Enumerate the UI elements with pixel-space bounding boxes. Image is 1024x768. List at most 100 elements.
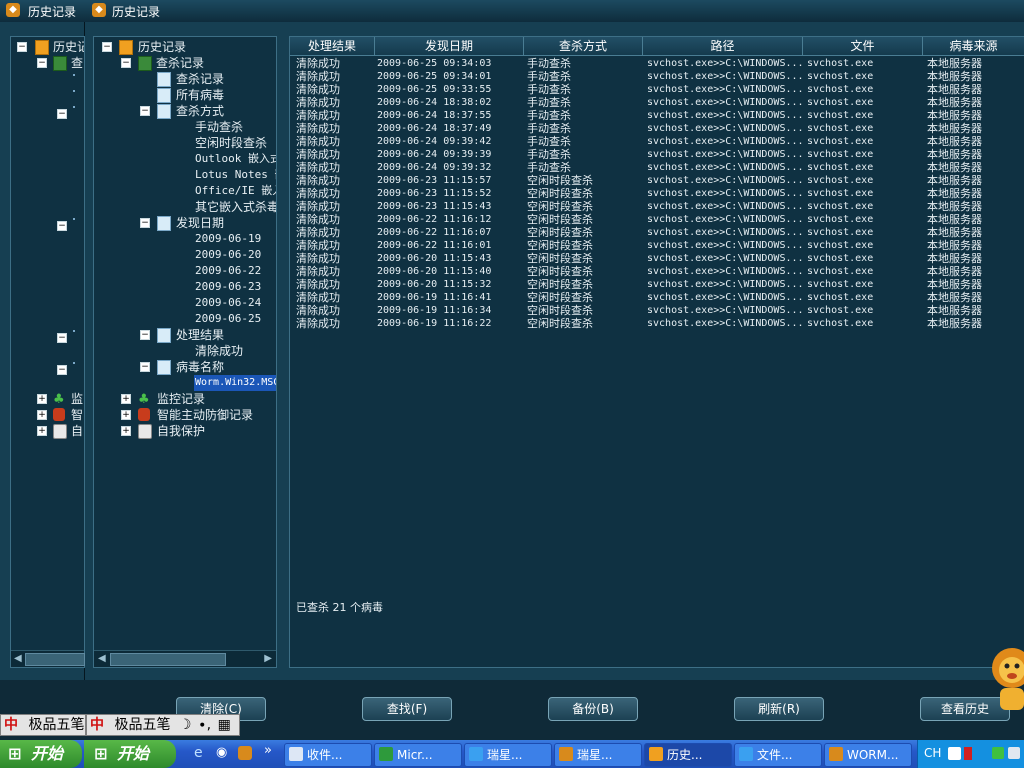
expand-icon[interactable]: + <box>37 410 47 420</box>
backup-button[interactable]: 备份(B) <box>548 697 638 721</box>
table-row[interactable]: 清除成功 2009-06-24 18:37:55 手动查杀 svchost.exe>>… <box>290 109 1024 122</box>
lock-icon <box>138 424 152 439</box>
collapse-icon[interactable]: − <box>140 218 150 228</box>
taskbar-item-rising[interactable]: 瑞星... <box>554 743 642 767</box>
table-row[interactable]: 清除成功 2009-06-22 11:16:01 空闲时段查杀 svchost.exe… <box>290 239 1024 252</box>
soft-keyboard-icon[interactable]: ▦ <box>218 717 231 733</box>
taskbar-item-history[interactable]: 历史... <box>644 743 732 767</box>
table-row[interactable]: 清除成功 2009-06-22 11:16:07 空闲时段查杀 svchost.exe… <box>290 226 1024 239</box>
result-cell: 清除成功 <box>296 265 340 278</box>
scroll-left-icon[interactable]: ◀ <box>98 653 106 664</box>
result-cell: 清除成功 <box>296 174 340 187</box>
table-row[interactable]: 清除成功 2009-06-23 11:15:52 空闲时段查杀 svchost.exe… <box>290 187 1024 200</box>
tree-hscrollbar[interactable]: ◀ ▶ <box>94 650 276 667</box>
column-header-method[interactable]: 查杀方式 <box>524 37 643 56</box>
scroll-left-icon[interactable]: ◀ <box>14 653 22 664</box>
quicklaunch-overflow-icon[interactable]: » <box>264 743 272 758</box>
taskbar-item-inbox[interactable]: 收件... <box>284 743 372 767</box>
column-header-source[interactable]: 病毒来源 <box>923 37 1024 56</box>
table-row[interactable]: 清除成功 2009-06-24 09:39:32 手动查杀 svchost.exe>>… <box>290 161 1024 174</box>
excel-icon <box>379 747 393 761</box>
collapse-icon[interactable]: − <box>17 42 27 52</box>
table-row[interactable]: 清除成功 2009-06-24 09:39:39 手动查杀 svchost.exe>>… <box>290 148 1024 161</box>
table-row[interactable]: 清除成功 2009-06-25 09:34:01 手动查杀 svchost.exe>>… <box>290 70 1024 83</box>
collapse-icon[interactable]: − <box>57 333 67 343</box>
column-header-file[interactable]: 文件 <box>803 37 923 56</box>
collapse-icon[interactable]: − <box>37 58 47 68</box>
back-window-titlebar[interactable]: ◆ 历史记录 <box>0 0 84 23</box>
find-button[interactable]: 查找(F) <box>362 697 452 721</box>
table-row[interactable]: 清除成功 2009-06-24 09:39:42 手动查杀 svchost.exe>>… <box>290 135 1024 148</box>
scroll-right-icon[interactable]: ▶ <box>264 653 272 664</box>
table-row[interactable]: 清除成功 2009-06-23 11:15:43 空闲时段查杀 svchost.exe… <box>290 200 1024 213</box>
ime-chinese-icon[interactable]: 中 <box>4 717 18 733</box>
path-cell: svchost.exe>>C:\WINDOWS... <box>647 58 803 69</box>
column-header-date[interactable]: 发现日期 <box>375 37 524 56</box>
collapse-icon[interactable]: − <box>140 330 150 340</box>
expand-icon[interactable]: + <box>121 410 131 420</box>
taskbar-item-rising-ie[interactable]: 瑞星... <box>464 743 552 767</box>
table-row[interactable]: 清除成功 2009-06-20 11:15:40 空闲时段查杀 svchost.exe… <box>290 265 1024 278</box>
collapse-icon[interactable]: − <box>57 109 67 119</box>
window-titlebar[interactable]: ◆ 历史记录 <box>84 0 1024 23</box>
collapse-icon[interactable]: − <box>121 58 131 68</box>
expand-icon[interactable]: + <box>37 426 47 436</box>
taskbar-item-file[interactable]: 文件... <box>734 743 822 767</box>
network-icon[interactable] <box>992 747 1004 759</box>
collapse-icon[interactable]: − <box>102 42 112 52</box>
scroll-thumb[interactable] <box>110 653 226 666</box>
column-header-result[interactable]: 处理结果 <box>290 37 375 56</box>
collapse-icon[interactable]: − <box>57 221 67 231</box>
result-cell: 清除成功 <box>296 109 340 122</box>
table-row[interactable]: 清除成功 2009-06-25 09:33:55 手动查杀 svchost.exe>>… <box>290 83 1024 96</box>
ie-quicklaunch-icon[interactable]: e <box>194 745 203 761</box>
language-indicator[interactable]: CH <box>924 746 941 760</box>
start-button[interactable]: ⊞ 开始 <box>84 740 176 768</box>
expand-icon[interactable]: + <box>121 426 131 436</box>
refresh-button[interactable]: 刷新(R) <box>734 697 824 721</box>
document-icon <box>73 330 75 332</box>
date-cell: 2009-06-20 11:15:40 <box>377 266 492 277</box>
punctuation-icon[interactable]: ∙, <box>198 717 211 733</box>
half-width-moon-icon[interactable]: ☽ <box>179 717 192 733</box>
expand-icon[interactable]: + <box>37 394 47 404</box>
source-cell: 本地服务器 <box>927 187 982 200</box>
column-header-path[interactable]: 路径 <box>643 37 803 56</box>
method-cell: 手动查杀 <box>527 161 571 174</box>
table-row[interactable]: 清除成功 2009-06-19 11:16:22 空闲时段查杀 svchost.exe… <box>290 317 1024 330</box>
volume-icon[interactable] <box>1008 747 1020 759</box>
table-row[interactable]: 清除成功 2009-06-19 11:16:41 空闲时段查杀 svchost.exe… <box>290 291 1024 304</box>
table-row[interactable]: 清除成功 2009-06-25 09:34:03 手动查杀 svchost.exe>>… <box>290 57 1024 70</box>
scroll-thumb[interactable] <box>25 653 85 666</box>
table-row[interactable]: 清除成功 2009-06-22 11:16:12 空闲时段查杀 svchost.exe… <box>290 213 1024 226</box>
table-row[interactable]: 清除成功 2009-06-20 11:15:43 空闲时段查杀 svchost.exe… <box>290 252 1024 265</box>
path-cell: svchost.exe>>C:\WINDOWS... <box>647 305 803 316</box>
table-row[interactable]: 清除成功 2009-06-19 11:16:34 空闲时段查杀 svchost.exe… <box>290 304 1024 317</box>
flag-icon[interactable] <box>964 747 972 760</box>
start-button-back[interactable]: ⊞ 开始 <box>0 740 82 768</box>
table-row[interactable]: 清除成功 2009-06-23 11:15:57 空闲时段查杀 svchost.exe… <box>290 174 1024 187</box>
taskbar-item-worm[interactable]: WORM... <box>824 743 912 767</box>
path-cell: svchost.exe>>C:\WINDOWS... <box>647 227 803 238</box>
file-cell: svchost.exe <box>807 58 874 69</box>
collapse-icon[interactable]: − <box>57 365 67 375</box>
ime-toolbar[interactable]: 中 极品五笔 ☽ ∙, ▦ <box>86 714 240 736</box>
collapse-icon[interactable]: − <box>140 106 150 116</box>
ime-toolbar-back[interactable]: 中 极品五笔 <box>0 714 86 736</box>
taskbar-item-excel[interactable]: Micr... <box>374 743 462 767</box>
expand-icon[interactable]: + <box>121 394 131 404</box>
media-quicklaunch-icon[interactable]: ◉ <box>216 745 227 760</box>
table-row[interactable]: 清除成功 2009-06-24 18:38:02 手动查杀 svchost.exe>>… <box>290 96 1024 109</box>
ime-chinese-icon[interactable]: 中 <box>90 717 104 733</box>
table-row[interactable]: 清除成功 2009-06-24 18:37:49 手动查杀 svchost.exe>>… <box>290 122 1024 135</box>
back-tree-hscrollbar[interactable]: ◀ <box>11 650 85 667</box>
shield-icon <box>138 408 150 421</box>
rising-quicklaunch-icon[interactable] <box>238 746 252 760</box>
rising-lion-mascot[interactable] <box>988 638 1024 712</box>
table-row[interactable]: 清除成功 2009-06-20 11:15:32 空闲时段查杀 svchost.exe… <box>290 278 1024 291</box>
rising-lion-icon: ◆ <box>6 3 20 17</box>
collapse-icon[interactable]: − <box>140 362 150 372</box>
date-cell: 2009-06-19 11:16:22 <box>377 318 492 329</box>
result-cell: 清除成功 <box>296 83 340 96</box>
ime-tray-icon[interactable] <box>948 747 961 760</box>
